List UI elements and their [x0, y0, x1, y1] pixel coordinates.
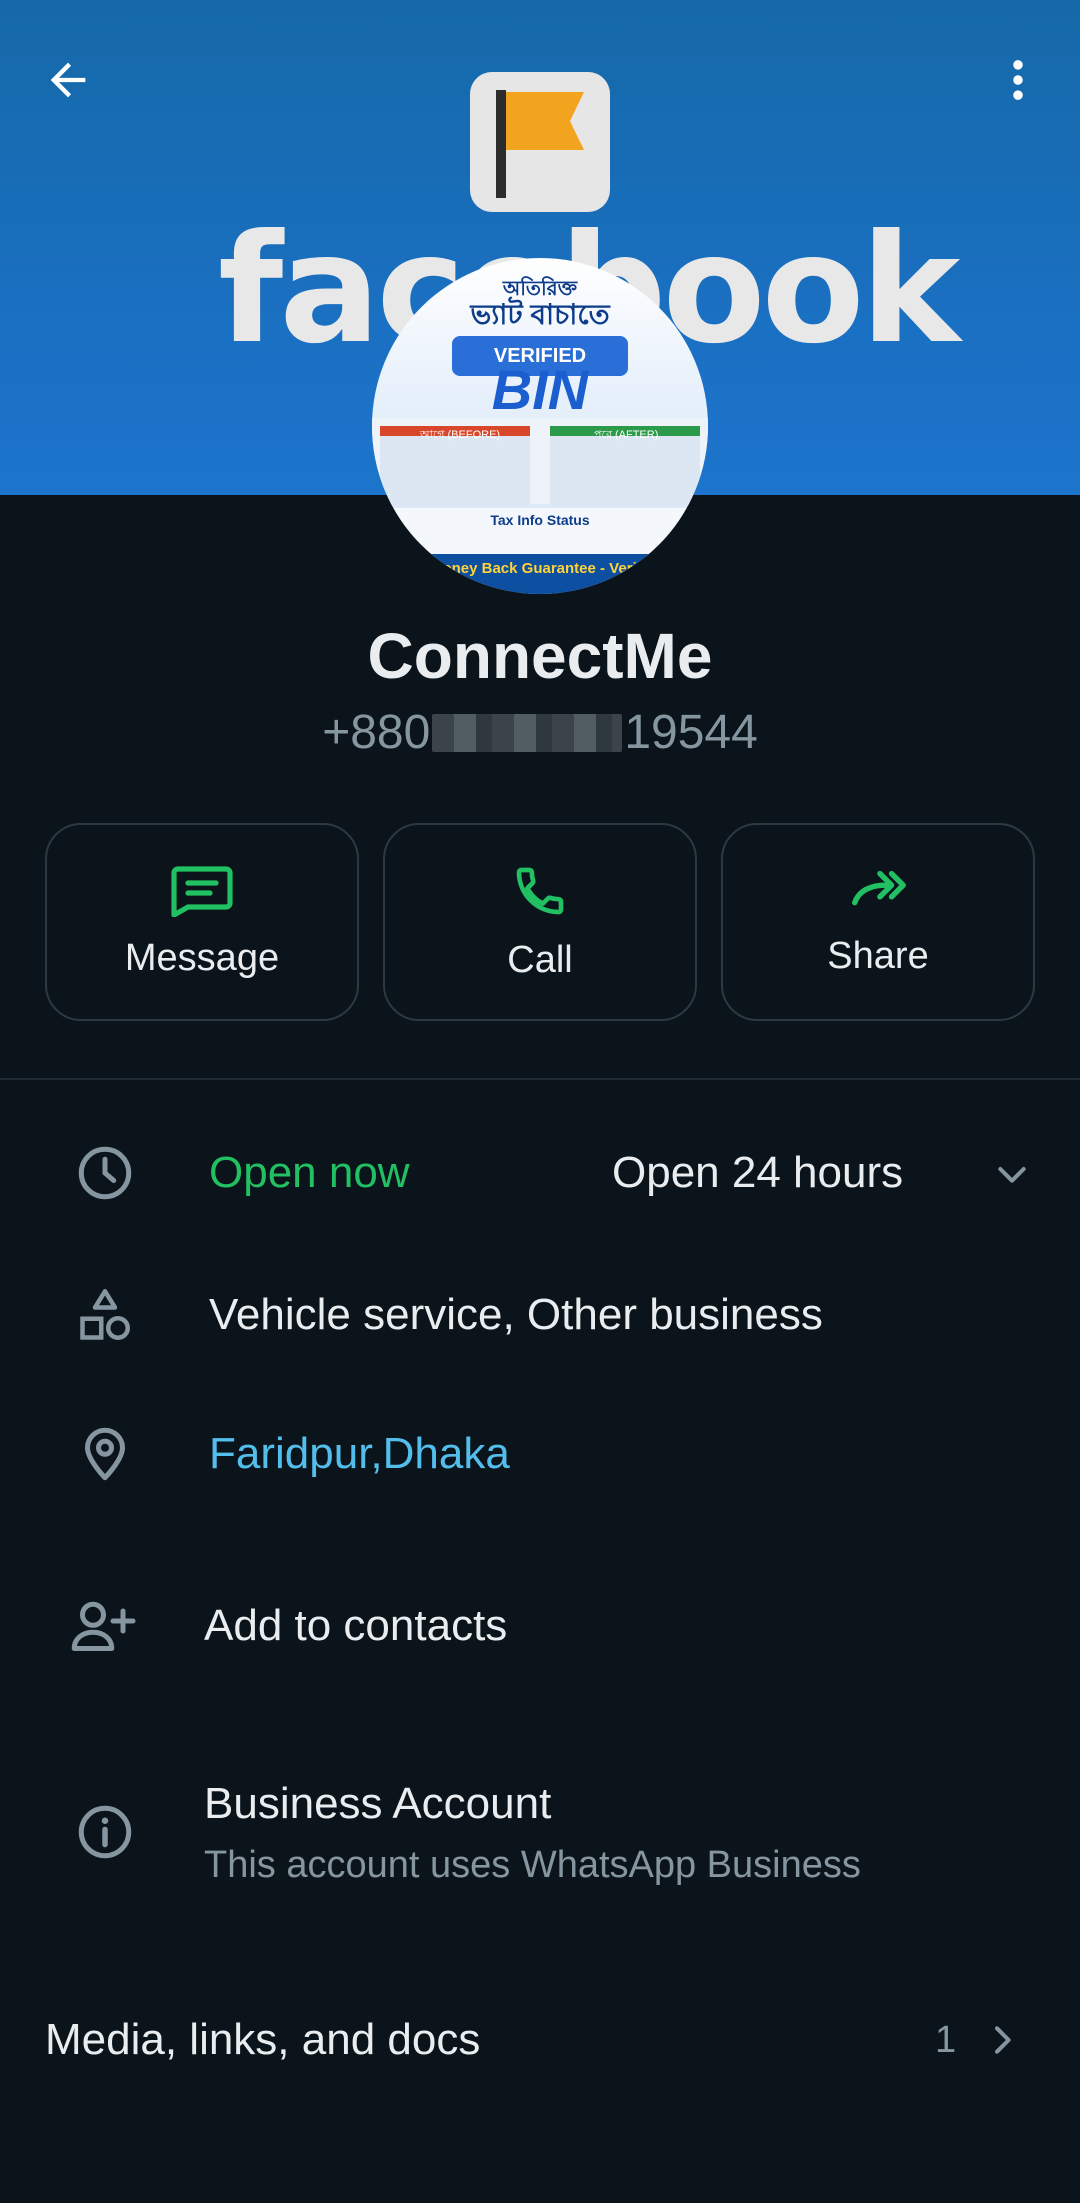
- business-account-title: Business Account: [204, 1779, 552, 1828]
- avatar-before-after: আগে (BEFORE) পরে (AFTER): [372, 418, 708, 506]
- shapes-icon: [70, 1280, 140, 1350]
- business-account-subtitle: This account uses WhatsApp Business: [204, 1844, 861, 1886]
- avatar-guarantee: Money Back Guarantee - Verify: [372, 554, 708, 594]
- more-options-button[interactable]: [978, 40, 1058, 120]
- phone-icon: [516, 867, 564, 914]
- avatar-status-row: Tax Info Status: [372, 508, 708, 558]
- contact-phone: +880 19544: [0, 702, 1080, 764]
- clock-icon: [70, 1138, 140, 1208]
- section-divider: [0, 1078, 1080, 1080]
- media-count: 1: [935, 2019, 957, 2061]
- arrow-left-icon: [50, 62, 86, 98]
- message-icon: [171, 865, 233, 917]
- media-links-docs-row[interactable]: Media, links, and docs 1: [0, 2010, 1080, 2070]
- business-hours-row[interactable]: Open now Open 24 hours: [0, 1138, 1080, 1208]
- more-vertical-icon: [1013, 60, 1023, 100]
- message-label: Message: [124, 936, 280, 979]
- location-link[interactable]: Faridpur,Dhaka: [209, 1427, 510, 1481]
- call-label: Call: [507, 938, 573, 981]
- chevron-right-icon: [995, 2026, 1011, 2054]
- share-icon: [852, 870, 906, 905]
- hours-detail: Open 24 hours: [612, 1148, 904, 1197]
- media-links-docs-label: Media, links, and docs: [45, 2015, 481, 2064]
- action-buttons: Message Call Share: [45, 823, 1035, 1021]
- add-to-contacts-label: Add to contacts: [204, 1601, 508, 1650]
- location-row[interactable]: Faridpur,Dhaka: [0, 1419, 1080, 1489]
- location-pin-icon: [70, 1419, 140, 1489]
- back-button[interactable]: [28, 40, 108, 120]
- phone-redaction: [432, 714, 623, 752]
- add-person-icon: [68, 1591, 138, 1661]
- share-label: Share: [827, 934, 929, 977]
- cover-flag-logo: [470, 72, 610, 212]
- message-button[interactable]: Message: [45, 823, 359, 1021]
- business-category-row: Vehicle service, Other business: [0, 1280, 1080, 1350]
- phone-prefix: +880: [322, 706, 431, 759]
- business-account-row[interactable]: Business Account This account uses Whats…: [0, 1772, 1080, 1892]
- call-button[interactable]: Call: [383, 823, 697, 1021]
- phone-suffix: 19544: [624, 706, 758, 759]
- info-icon: [70, 1797, 140, 1867]
- chevron-down-icon[interactable]: [992, 1154, 1032, 1194]
- contact-name: ConnectMe: [367, 620, 713, 692]
- add-to-contacts-row[interactable]: Add to contacts: [0, 1591, 1080, 1661]
- share-button[interactable]: Share: [721, 823, 1035, 1021]
- open-status: Open now: [209, 1148, 410, 1197]
- avatar-big-text: BIN: [491, 358, 589, 421]
- profile-avatar[interactable]: অতিরিক্ত ভ্যাট বাচাতে VERIFIED BIN আগে (…: [372, 258, 708, 594]
- category-text: Vehicle service, Other business: [209, 1290, 823, 1339]
